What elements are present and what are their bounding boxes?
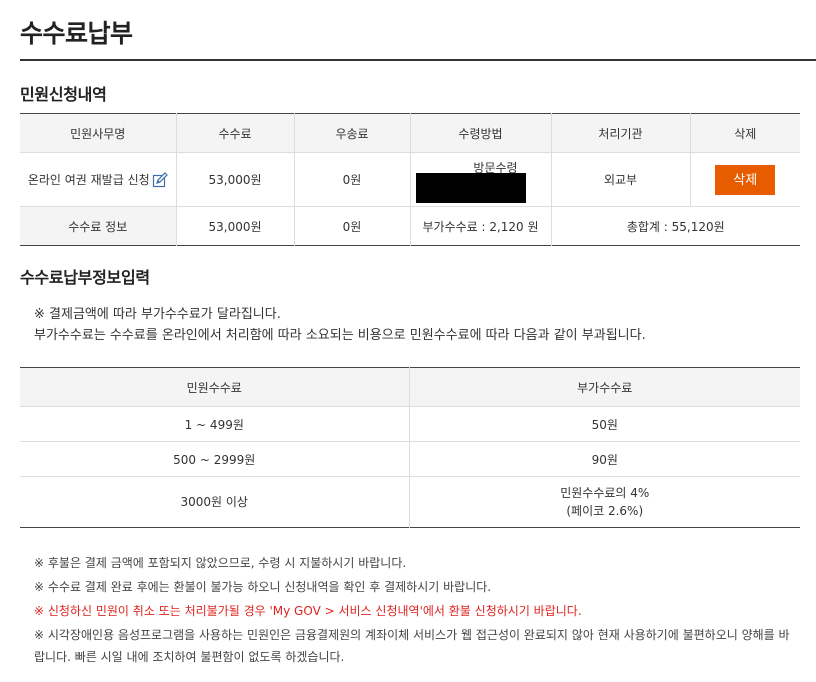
payment-notes: ※ 후불은 결제 금액에 포함되지 않았으므로, 수령 시 지불하시기 바랍니다… (34, 551, 794, 668)
range-cell: 1 ~ 499원 (20, 406, 409, 442)
header-postage: 우송료 (293, 113, 410, 153)
table-header-row: 민원사무명 수수료 우송료 수령방법 처리기관 삭제 (20, 113, 800, 153)
range-cell: 500 ~ 2999원 (20, 441, 409, 477)
fee-info-label: 수수료 정보 (20, 206, 176, 246)
header-name: 민원사무명 (20, 113, 176, 153)
table-row: 500 ~ 2999원 90원 (20, 441, 800, 477)
agency-cell: 외교부 (550, 152, 690, 207)
fee-info-postage: 0원 (293, 206, 410, 246)
range-cell: 3000원 이상 (180, 495, 248, 509)
redacted-block (415, 173, 526, 203)
header-extra-fee: 부가수수료 (408, 367, 800, 407)
extra-fee-table: 민원수수료 부가수수료 1 ~ 499원 50원 500 ~ 2999원 90원… (20, 367, 800, 528)
header-agency: 처리기관 (550, 113, 690, 153)
receive-cell: 방문수령 (409, 152, 551, 207)
page-title: 수수료납부 (20, 19, 133, 48)
postage-cell: 0원 (293, 152, 410, 207)
note-item: ※ 수수료 결제 완료 후에는 환불이 불가능 하오니 신청내역을 확인 후 결… (34, 580, 492, 594)
header-civil-fee: 민원수수료 (20, 367, 409, 407)
extra-rate: 민원수수료의 4% (560, 486, 650, 500)
application-table: 민원사무명 수수료 우송료 수령방법 처리기관 삭제 온라인 여권 재발급 신청… (20, 113, 800, 246)
notice-line-2: 부가수수료는 수수료를 온라인에서 처리함에 따라 소요되는 비용으로 민원수수… (34, 328, 646, 343)
table-row: 1 ~ 499원 50원 (20, 406, 800, 442)
table-row: 3000원 이상 민원수수료의 4% (페이코 2.6%) (20, 476, 800, 528)
header-delete: 삭제 (689, 113, 800, 153)
header-receive: 수령방법 (409, 113, 551, 153)
extra-cell: 민원수수료의 4% (페이코 2.6%) (408, 476, 800, 528)
fee-info-total: 총합계 : 55,120원 (550, 206, 800, 246)
note-item: ※ 시각장애인용 음성프로그램을 사용하는 민원인은 금융결제원의 계좌이체 서… (34, 628, 790, 664)
apply-name: 온라인 여권 재발급 신청 (27, 172, 150, 187)
extra-rate-payco: (페이코 2.6%) (566, 504, 644, 518)
apply-name-cell: 온라인 여권 재발급 신청 (20, 152, 176, 207)
fee-notice: ※ 결제금액에 따라 부가수수료가 달라집니다. 부가수수료는 수수료를 온라인… (34, 304, 646, 346)
header-fee: 수수료 (175, 113, 294, 153)
title-divider (20, 59, 816, 61)
delete-button[interactable]: 삭제 (715, 164, 776, 195)
fee-info-fee: 53,000원 (175, 206, 294, 246)
table-header-row: 민원수수료 부가수수료 (20, 367, 800, 407)
fee-info-row: 수수료 정보 53,000원 0원 부가수수료 : 2,120 원 총합계 : … (20, 206, 800, 246)
fee-info-extra: 부가수수료 : 2,120 원 (409, 206, 551, 246)
payment-section-title: 수수료납부정보입력 (20, 268, 150, 287)
delete-cell: 삭제 (689, 152, 800, 207)
extra-cell: 50원 (408, 406, 800, 442)
edit-icon[interactable] (152, 172, 168, 188)
note-item-warning: ※ 신청하신 민원이 취소 또는 처리불가될 경우 'My GOV > 서비스 … (34, 604, 582, 618)
fee-cell: 53,000원 (175, 152, 294, 207)
apply-section-title: 민원신청내역 (20, 85, 107, 104)
notice-line-1: ※ 결제금액에 따라 부가수수료가 달라집니다. (34, 307, 281, 322)
table-row: 온라인 여권 재발급 신청 53,000원 0원 방문수령 외교부 삭제 (20, 152, 800, 207)
note-item: ※ 후불은 결제 금액에 포함되지 않았으므로, 수령 시 지불하시기 바랍니다… (34, 556, 407, 570)
extra-cell: 90원 (408, 441, 800, 477)
